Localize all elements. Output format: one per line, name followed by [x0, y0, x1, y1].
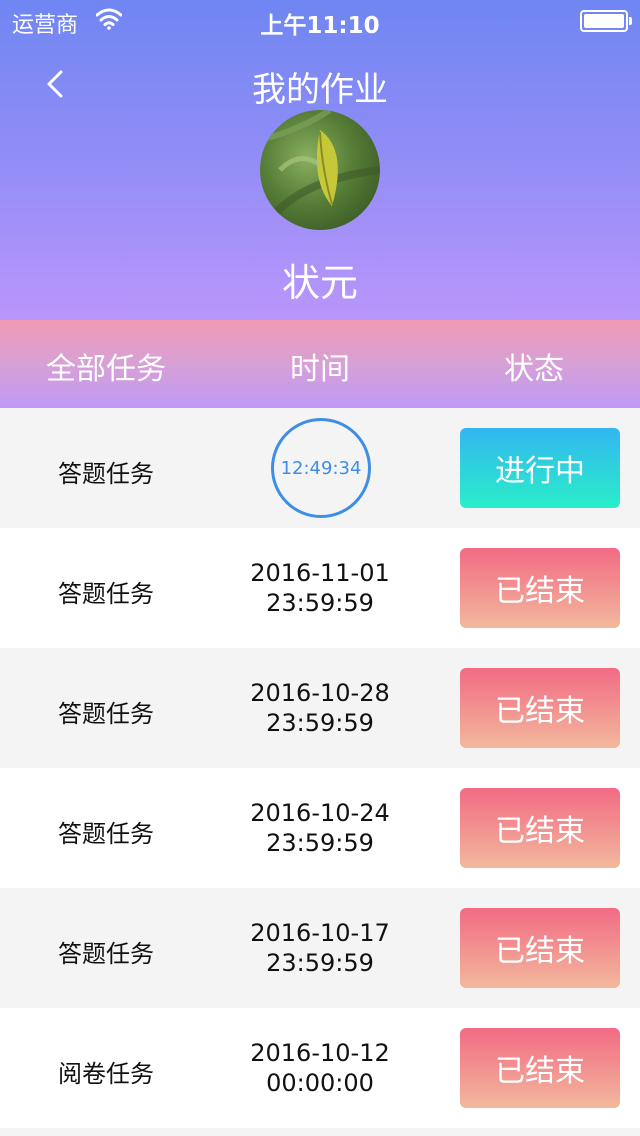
table-row[interactable]: 答题任务 12:49:34 进行中 — [0, 408, 640, 528]
deadline-time: 23:59:59 — [266, 949, 374, 977]
deadline-date: 2016-10-28 — [250, 679, 390, 707]
deadline-date: 2016-10-24 — [250, 799, 390, 827]
deadline-time: 23:59:59 — [266, 589, 374, 617]
task-name: 答题任务 — [58, 460, 154, 488]
deadline-time: 23:59:59 — [266, 709, 374, 737]
tab-all-tasks[interactable]: 全部任务 — [0, 344, 212, 388]
avatar-image — [260, 110, 380, 223]
task-name: 答题任务 — [58, 700, 154, 728]
table-row[interactable]: 答题任务 2016-10-24 23:59:59 已结束 — [0, 768, 640, 888]
table-row[interactable]: 答题任务 2016-10-17 23:59:59 已结束 — [0, 888, 640, 1008]
deadline-date: 2016-10-12 — [250, 1039, 390, 1067]
table-row[interactable]: 答题任务 2016-10-28 23:59:59 已结束 — [0, 648, 640, 768]
battery-icon — [580, 10, 632, 32]
table-row[interactable]: 阅卷任务 2016-10-12 00:00:00 已结束 — [0, 1008, 640, 1128]
status-bar: 运营商 上午11:10 — [0, 0, 640, 40]
task-name: 答题任务 — [58, 580, 154, 608]
deadline: 2016-10-12 00:00:00 — [212, 1038, 428, 1098]
deadline-time: 23:59:59 — [266, 829, 374, 857]
status-button[interactable]: 已结束 — [460, 1028, 620, 1108]
deadline-date: 2016-10-17 — [250, 919, 390, 947]
deadline: 2016-10-17 23:59:59 — [212, 918, 428, 978]
status-button[interactable]: 进行中 — [460, 428, 620, 508]
deadline: 2016-11-01 23:59:59 — [212, 558, 428, 618]
avatar[interactable] — [260, 110, 380, 230]
task-list: 答题任务 12:49:34 进行中 答题任务 2016-11-01 23:59:… — [0, 408, 640, 1136]
task-name: 答题任务 — [58, 940, 154, 968]
countdown-timer: 12:49:34 — [271, 418, 371, 518]
task-name: 答题任务 — [58, 820, 154, 848]
deadline: 2016-10-28 23:59:59 — [212, 678, 428, 738]
header: 运营商 上午11:10 我的作业 状元 — [0, 0, 640, 320]
status-button[interactable]: 已结束 — [460, 668, 620, 748]
tab-status[interactable]: 状态 — [428, 344, 640, 388]
deadline-time: 00:00:00 — [266, 1069, 374, 1097]
page-title: 我的作业 — [252, 70, 388, 110]
status-button[interactable]: 已结束 — [460, 788, 620, 868]
deadline-date: 2016-11-01 — [250, 559, 390, 587]
table-row[interactable]: 答题任务 2016-11-01 23:59:59 已结束 — [0, 528, 640, 648]
tab-time[interactable]: 时间 — [212, 344, 428, 388]
status-button[interactable]: 已结束 — [460, 908, 620, 988]
deadline: 2016-10-24 23:59:59 — [212, 798, 428, 858]
list-divider — [0, 1128, 640, 1136]
username: 状元 — [281, 261, 358, 305]
task-name: 阅卷任务 — [58, 1060, 154, 1088]
column-header-bar: 全部任务 时间 状态 — [0, 320, 640, 408]
status-button[interactable]: 已结束 — [460, 548, 620, 628]
clock: 上午11:10 — [260, 13, 380, 39]
